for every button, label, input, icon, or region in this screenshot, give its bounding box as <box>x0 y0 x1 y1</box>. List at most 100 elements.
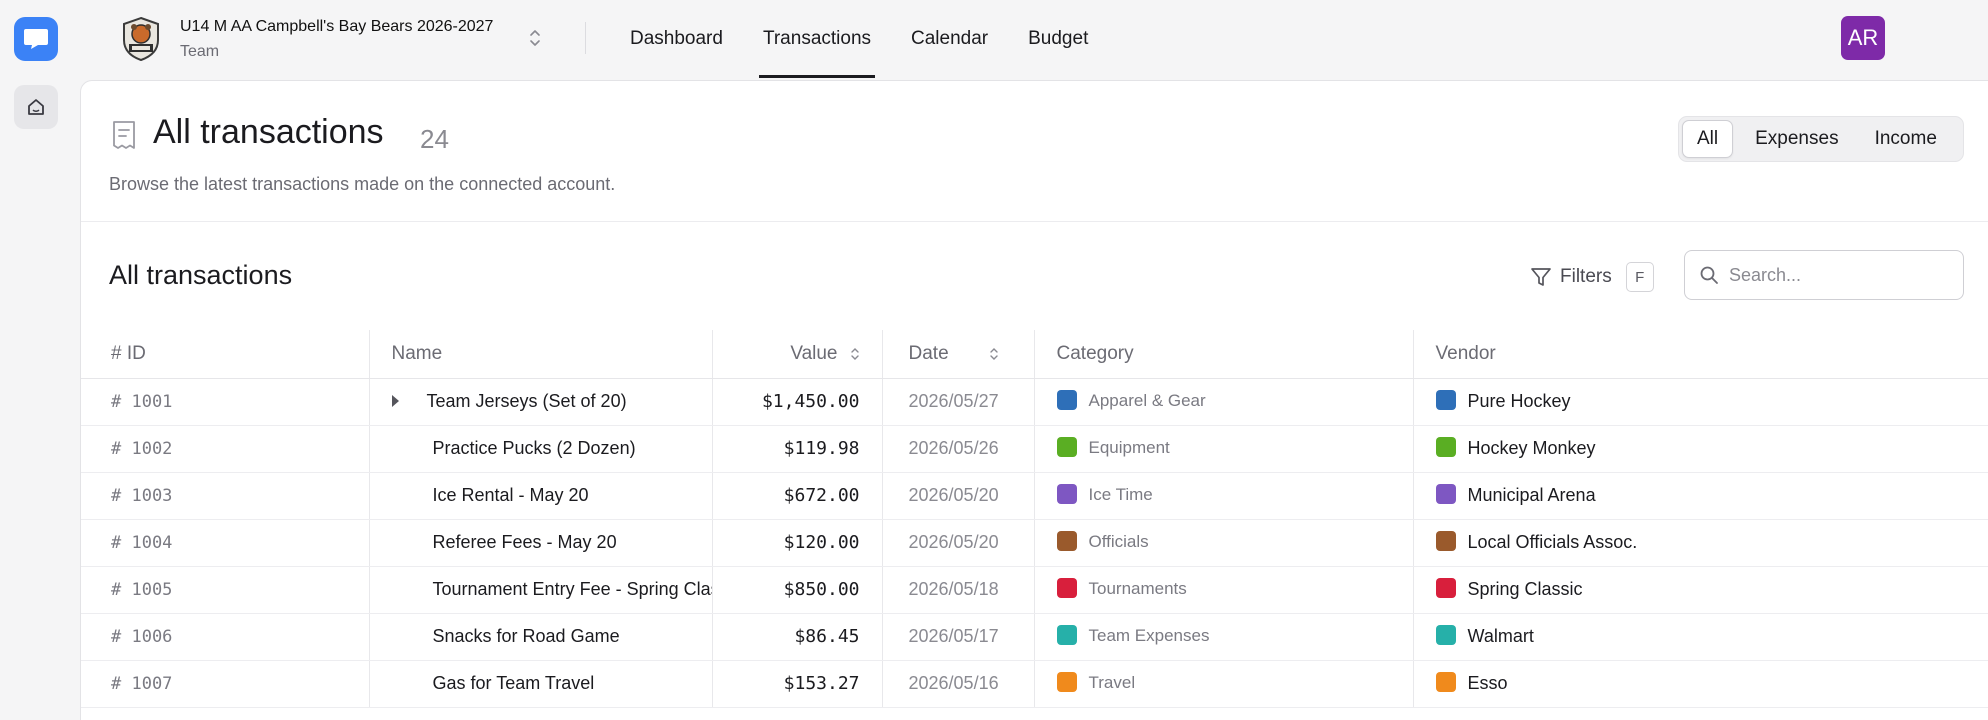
receipt-icon <box>113 121 135 149</box>
category-color-swatch <box>1056 436 1077 457</box>
team-crest-icon <box>123 16 159 62</box>
row-name-cell: Tournament Entry Fee - Spring Classic <box>369 566 713 614</box>
row-vendor: Pure Hockey <box>1467 390 1571 411</box>
row-category: Equipment <box>1088 438 1170 458</box>
table-row[interactable]: # 1004 Referee Fees - May 20 $120.00 202… <box>81 519 1988 567</box>
category-color-swatch <box>1056 624 1077 645</box>
tab-budget[interactable]: Budget <box>1024 0 1092 78</box>
column-header-id[interactable]: # ID <box>81 330 370 379</box>
row-vendor: Municipal Arena <box>1467 484 1596 505</box>
row-date: 2026/05/27 <box>882 378 1035 426</box>
sort-icon[interactable] <box>989 346 999 362</box>
segment-expenses[interactable]: Expenses <box>1741 120 1852 158</box>
avatar[interactable]: AR <box>1841 16 1885 60</box>
column-header-name[interactable]: Name <box>369 330 713 379</box>
tab-dashboard[interactable]: Dashboard <box>626 0 727 78</box>
row-category: Team Expenses <box>1088 626 1210 646</box>
filter-icon <box>1531 268 1551 286</box>
row-date: 2026/05/17 <box>882 613 1035 661</box>
row-vendor-cell: Municipal Arena <box>1413 472 1988 520</box>
chevron-up-down-icon[interactable] <box>528 26 542 50</box>
row-id: # 1005 <box>81 566 370 614</box>
main-nav: Dashboard Transactions Calendar Budget <box>626 0 1124 78</box>
segment-all[interactable]: All <box>1682 120 1734 158</box>
row-vendor: Hockey Monkey <box>1467 437 1596 458</box>
row-name: Ice Rental - May 20 <box>432 485 589 505</box>
row-category-cell: Apparel & Gear <box>1034 378 1414 426</box>
row-name-cell: Snacks for Road Game <box>369 613 713 661</box>
row-value: $119.98 <box>712 425 883 473</box>
row-value: $672.00 <box>712 472 883 520</box>
row-vendor-cell: Hockey Monkey <box>1413 425 1988 473</box>
table-row[interactable]: # 1003 Ice Rental - May 20 $672.00 2026/… <box>81 472 1988 520</box>
page-title: All transactions <box>153 113 384 151</box>
row-id: # 1003 <box>81 472 370 520</box>
column-header-date-label: Date <box>908 342 949 364</box>
vendor-color-swatch <box>1435 625 1456 646</box>
column-header-date[interactable]: Date <box>882 330 1035 379</box>
row-date: 2026/05/20 <box>882 472 1035 520</box>
row-category-cell: Tournaments <box>1034 566 1414 614</box>
segment-income[interactable]: Income <box>1861 120 1951 158</box>
chat-logo-icon <box>24 29 48 49</box>
table-row[interactable]: # 1002 Practice Pucks (2 Dozen) $119.98 … <box>81 425 1988 473</box>
tab-transactions[interactable]: Transactions <box>758 0 876 78</box>
vendor-color-swatch <box>1435 578 1456 599</box>
column-header-value[interactable]: Value <box>712 330 883 379</box>
table-row[interactable]: # 1001 Team Jerseys (Set of 20) $1,450.0… <box>81 378 1988 426</box>
vendor-color-swatch <box>1435 437 1456 458</box>
row-date: 2026/05/18 <box>882 566 1035 614</box>
row-category: Apparel & Gear <box>1088 391 1206 411</box>
row-vendor-cell: Pure Hockey <box>1413 378 1988 426</box>
home-button[interactable] <box>14 85 58 129</box>
team-switcher[interactable]: U14 M AA Campbell's Bay Bears 2026-2027 … <box>118 14 493 64</box>
column-header-category[interactable]: Category <box>1034 330 1414 379</box>
table-row[interactable]: # 1005 Tournament Entry Fee - Spring Cla… <box>81 566 1988 614</box>
vendor-color-swatch <box>1435 531 1456 552</box>
row-id: # 1002 <box>81 425 370 473</box>
app-logo[interactable] <box>14 17 58 61</box>
row-category-cell: Officials <box>1034 519 1414 567</box>
team-subtitle: Team <box>180 43 220 60</box>
row-name: Tournament Entry Fee - Spring Classic <box>432 579 712 599</box>
row-category-cell: Team Expenses <box>1034 613 1414 661</box>
vendor-color-swatch <box>1435 484 1456 505</box>
filters-button[interactable]: Filters F <box>1530 262 1654 292</box>
expand-caret-icon[interactable] <box>391 395 399 408</box>
row-value: $1,450.00 <box>712 378 883 426</box>
row-name: Snacks for Road Game <box>432 626 620 646</box>
vendor-color-swatch <box>1435 672 1456 693</box>
transactions-table: # ID Name Value Date Category Vendor # 1… <box>81 330 1988 708</box>
table-row[interactable]: # 1006 Snacks for Road Game $86.45 2026/… <box>81 613 1988 661</box>
row-name-cell: Ice Rental - May 20 <box>369 472 713 520</box>
row-id: # 1006 <box>81 613 370 661</box>
row-vendor: Walmart <box>1467 625 1534 646</box>
type-segmented-control: All Expenses Income <box>1678 116 1964 162</box>
row-value: $120.00 <box>712 519 883 567</box>
section-divider <box>81 221 1988 222</box>
row-name: Practice Pucks (2 Dozen) <box>432 438 636 458</box>
vendor-color-swatch <box>1435 390 1456 411</box>
column-header-vendor[interactable]: Vendor <box>1413 330 1988 379</box>
search-input[interactable] <box>1729 264 1939 286</box>
search-box[interactable] <box>1684 250 1964 300</box>
row-name-cell: Practice Pucks (2 Dozen) <box>369 425 713 473</box>
row-name: Team Jerseys (Set of 20) <box>426 391 627 411</box>
row-category-cell: Equipment <box>1034 425 1414 473</box>
row-name: Gas for Team Travel <box>432 673 595 693</box>
tab-calendar[interactable]: Calendar <box>907 0 992 78</box>
row-category: Tournaments <box>1088 579 1187 599</box>
category-color-swatch <box>1056 577 1077 598</box>
filters-shortcut-key: F <box>1625 262 1654 292</box>
row-name-cell: Team Jerseys (Set of 20) <box>369 378 713 426</box>
row-name: Referee Fees - May 20 <box>432 532 617 552</box>
row-id: # 1001 <box>81 378 370 426</box>
row-vendor: Spring Classic <box>1467 578 1583 599</box>
team-name: U14 M AA Campbell's Bay Bears 2026-2027 <box>180 18 494 35</box>
top-bar: U14 M AA Campbell's Bay Bears 2026-2027 … <box>80 0 1988 78</box>
row-category-cell: Ice Time <box>1034 472 1414 520</box>
sort-icon[interactable] <box>850 346 860 362</box>
row-category: Ice Time <box>1088 485 1153 505</box>
category-color-swatch <box>1056 483 1077 504</box>
filters-label: Filters <box>1560 266 1612 287</box>
